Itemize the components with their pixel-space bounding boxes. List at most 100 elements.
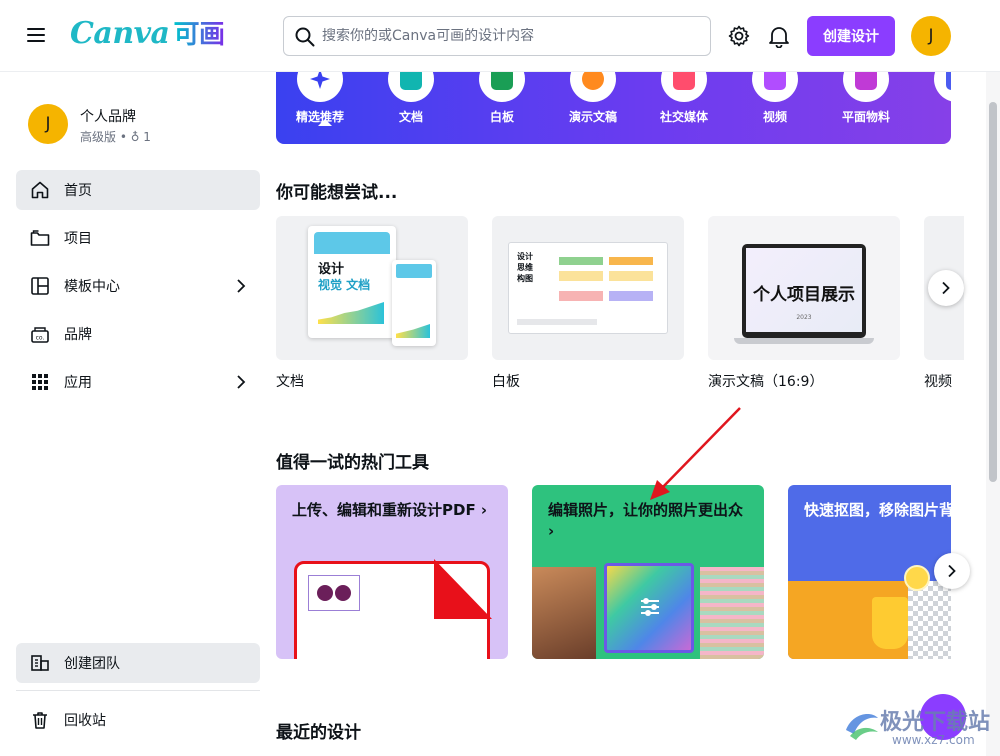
chevron-right-icon [942,281,950,295]
category-presentation[interactable]: 演示文稿 [553,72,633,125]
team-icon [31,655,49,671]
presentation-thumb-year: 2023 [796,314,812,321]
category-label: 文档 [398,110,423,124]
suggestion-card-whiteboard[interactable]: 设计 思维 构图 白板 [492,216,684,391]
page-scrollbar[interactable] [986,72,1000,756]
card-label: 视频 [924,374,952,390]
category-banner: 精选推荐 文档 白板 演示文稿 社交媒体 视频 平面物料 [276,72,951,144]
template-icon [31,277,49,295]
tool-card-pdf[interactable]: 上传、编辑和重新设计PDF › [276,485,508,659]
category-label: 社交媒体 [659,110,708,124]
chevron-right-icon [237,279,246,293]
settings-gear-icon[interactable] [725,22,753,50]
create-team-button[interactable]: 创建团队 [16,643,260,683]
brand-plan: 高级版 • ♁ 1 [80,130,151,144]
category-video[interactable]: 视频 [735,72,815,125]
menu-icon[interactable] [24,24,48,48]
category-label: 平面物料 [841,110,890,124]
tools-next-button[interactable] [934,553,970,589]
sliders-icon [641,598,659,616]
category-label: 白板 [489,110,514,124]
create-design-button[interactable]: 创建设计 [807,16,895,56]
presentation-thumb-title: 个人项目展示 [753,285,855,305]
tool-card-photo-edit[interactable]: 编辑照片，让你的照片更出众 › [532,485,764,659]
watermark-logo-icon [846,714,878,740]
sidebar-item-label: 首页 [64,183,92,199]
category-print[interactable]: 平面物料 [826,72,906,125]
scrollbar-thumb[interactable] [989,102,997,482]
doc-icon [400,72,422,90]
watermark-url: www.xz7.com [892,733,975,747]
heart-icon [673,72,695,90]
doc-thumb-text-2: 视觉 文档 [318,278,371,292]
brand-name: 个人品牌 [80,109,136,125]
search-box[interactable] [283,16,711,56]
sidebar-item-label: 项目 [64,231,92,247]
main-content: 精选推荐 文档 白板 演示文稿 社交媒体 视频 平面物料 你可能想尝试... 设… [276,72,1000,756]
doc-thumb-text-1: 设计 [318,262,345,277]
user-avatar[interactable]: J [911,16,951,56]
category-website[interactable]: 网 [917,72,951,125]
sidebar-item-label: 回收站 [64,713,106,729]
print-icon [855,72,877,90]
canva-logo[interactable]: Canva 可画 [70,14,225,51]
suggestions-title: 你可能想尝试... [276,183,398,203]
sidebar-item-home[interactable]: 首页 [16,170,260,210]
canva-home: Canva可画 创建设计 J J 个人品牌 高级版 • ♁ 1 首页 项目 [0,0,1000,756]
watermark: 极光下载站 www.xz7.com [842,700,992,752]
sidebar-divider [16,690,260,691]
sidebar-item-brand[interactable]: co. 品牌 [16,314,260,354]
card-label: 文档 [276,374,304,390]
whiteboard-thumb-text: 设计 思维 构图 [517,252,533,283]
tool-card-bg-remover[interactable]: 快速抠图，移除图片背景 [788,485,951,659]
sparkle-icon [310,72,330,89]
sidebar-item-label: 模板中心 [64,279,120,295]
card-label: 演示文稿（16:9） [708,374,824,390]
notification-bell-icon[interactable] [765,22,793,50]
sidebar-item-label: 创建团队 [64,656,120,672]
chevron-right-icon [237,375,246,389]
suggestion-card-presentation[interactable]: 个人项目展示 2023 演示文稿（16:9） [708,216,900,391]
category-social[interactable]: 社交媒体 [644,72,724,125]
sidebar-item-templates[interactable]: 模板中心 [16,266,260,306]
trash-icon [33,712,47,729]
website-icon [946,72,951,90]
home-icon [31,181,49,199]
apps-grid-icon [32,374,48,390]
category-whiteboard[interactable]: 白板 [462,72,542,125]
svg-text:co.: co. [36,335,45,342]
category-docs[interactable]: 文档 [371,72,451,125]
suggestion-card-doc[interactable]: 设计 视觉 文档 文档 [276,216,468,391]
tool-card-text: 快速抠图，移除图片背景 [804,501,951,519]
sidebar: J 个人品牌 高级版 • ♁ 1 首页 项目 模板中心 co. 品牌 应用 创建… [0,72,276,756]
presentation-thumbnail: 个人项目展示 2023 [708,216,900,360]
doc-thumbnail: 设计 视觉 文档 [276,216,468,360]
card-label: 白板 [492,374,520,390]
recent-designs-title: 最近的设计 [276,723,361,743]
category-label: 演示文稿 [568,110,617,124]
tool-card-text: 上传、编辑和重新设计PDF › [292,501,488,519]
sidebar-item-apps[interactable]: 应用 [16,362,260,402]
sidebar-item-label: 品牌 [64,327,92,343]
chevron-right-icon [948,564,956,578]
folder-icon [30,230,50,246]
tools-title: 值得一试的热门工具 [276,453,429,473]
whiteboard-thumbnail: 设计 思维 构图 [492,216,684,360]
tool-card-text: 编辑照片，让你的照片更出众 › [548,501,744,540]
search-input[interactable] [322,28,710,44]
sidebar-item-projects[interactable]: 项目 [16,218,260,258]
presentation-icon [582,72,604,90]
logo-cn-text: 可画 [173,20,226,50]
search-icon [295,27,315,47]
category-label: 视频 [762,110,787,124]
video-icon [764,72,786,90]
top-bar: Canva可画 创建设计 J [0,0,1000,72]
whiteboard-icon [491,72,513,90]
active-indicator [318,119,332,126]
suggestions-next-button[interactable] [928,270,964,306]
brand-icon: co. [31,327,49,343]
pdf-logo-graphic [308,575,360,611]
logo-text: Canva [70,16,170,51]
category-featured[interactable]: 精选推荐 [280,72,360,126]
sidebar-item-trash[interactable]: 回收站 [16,700,260,740]
